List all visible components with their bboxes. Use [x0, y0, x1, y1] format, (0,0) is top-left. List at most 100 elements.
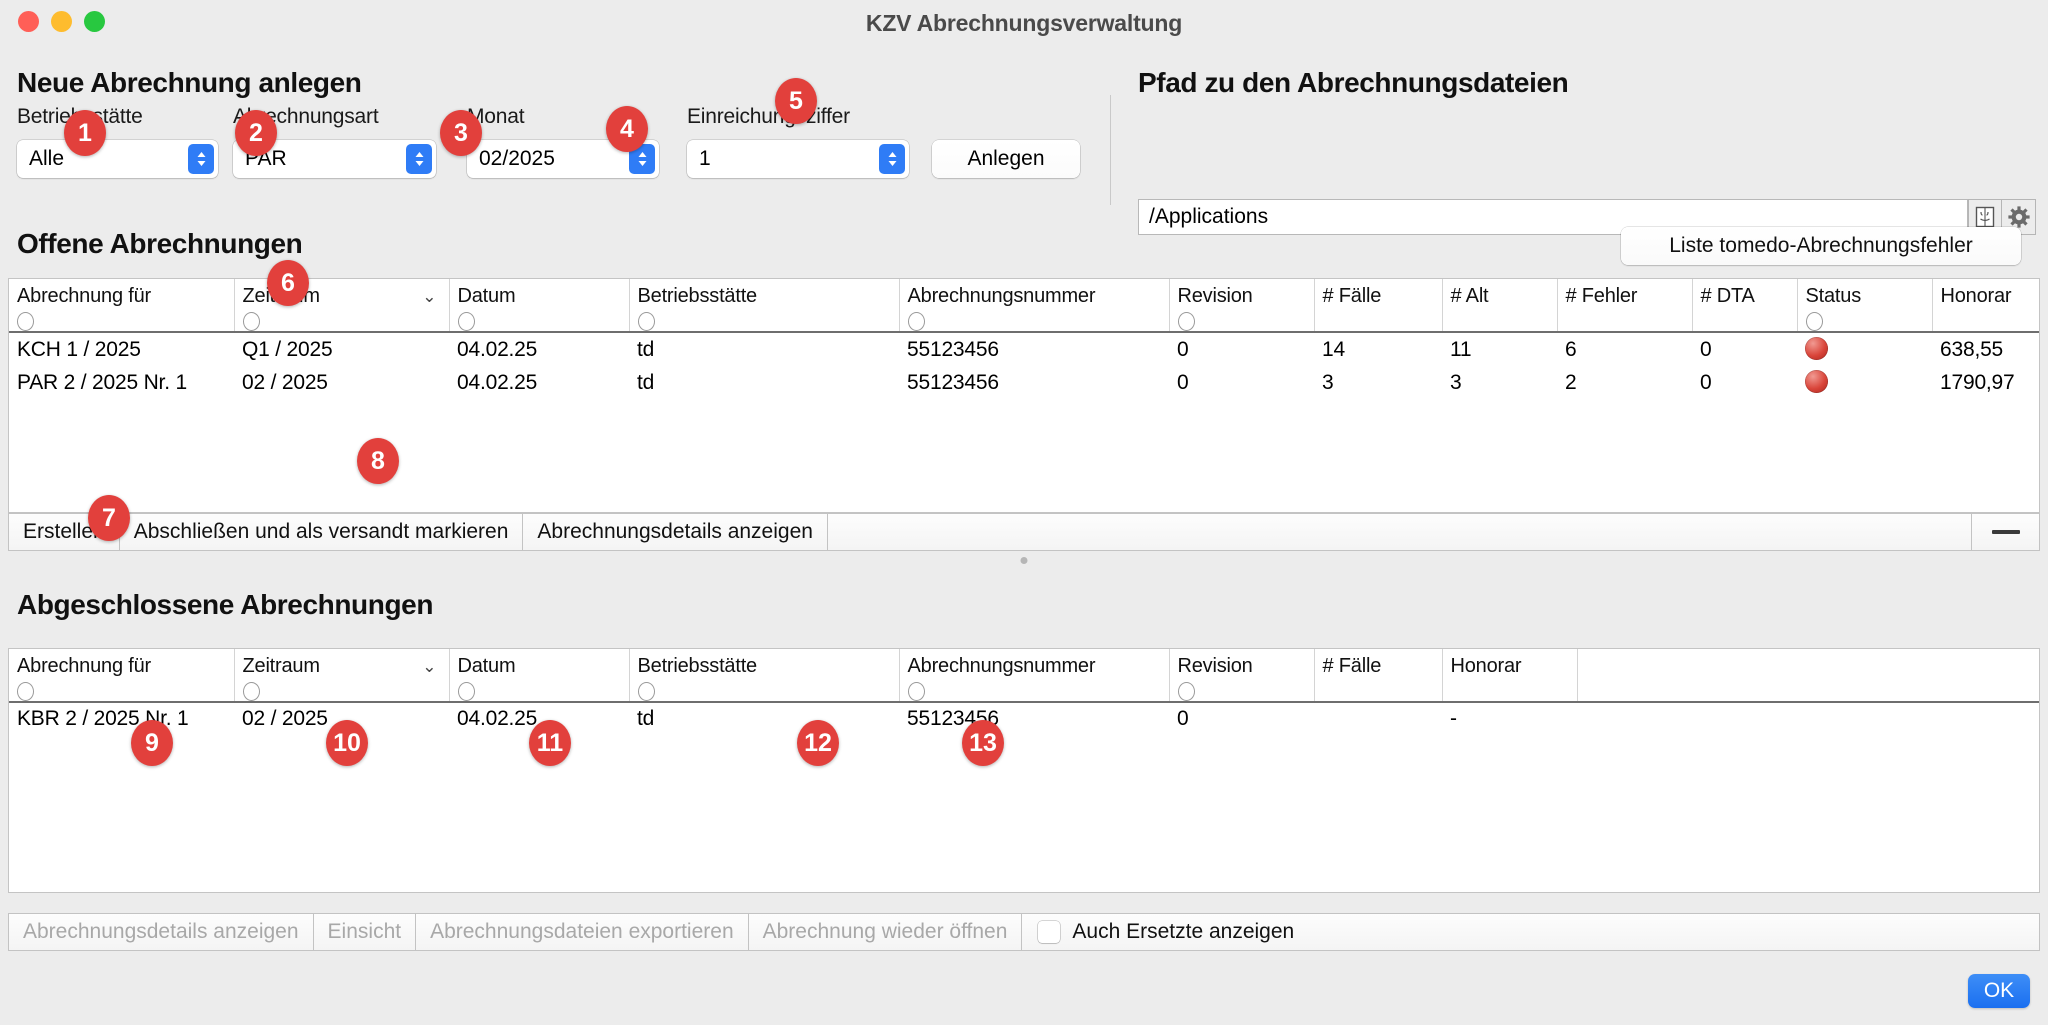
column-header-label: # Fälle — [1322, 285, 1382, 307]
export-button[interactable]: Abrechnungsdateien exportieren — [416, 913, 749, 951]
column-filter-icon[interactable] — [17, 682, 34, 701]
column-header-5[interactable]: Revision — [1169, 649, 1315, 701]
open-billings-toolbar: Erstellen Abschließen und als versandt m… — [8, 513, 2040, 551]
column-filter-icon[interactable] — [907, 682, 925, 701]
column-header-11[interactable]: Honorar — [1932, 279, 2039, 331]
column-header-1[interactable]: Zeitraum⌄ — [234, 649, 450, 701]
column-filter-icon[interactable] — [457, 682, 475, 701]
cell-status — [1797, 333, 1932, 366]
error-list-button[interactable]: Liste tomedo-Abrechnungsfehler — [1621, 227, 2021, 265]
annotation-badge-8: 8 — [357, 438, 399, 484]
open-billings-table[interactable]: Abrechnung für Zeitraum⌄ Datum Betriebsstät… — [8, 278, 2040, 513]
betriebsstaette-value: Alle — [29, 147, 65, 170]
table-row[interactable]: KBR 2 / 2025 Nr. 1 02 / 2025 04.02.25 td 551… — [9, 703, 2039, 735]
column-header-9[interactable]: # DTA — [1692, 279, 1798, 331]
section-divider — [1110, 95, 1111, 205]
annotation-badge-1: 1 — [64, 110, 106, 156]
annotation-badge-2: 2 — [235, 110, 277, 156]
column-filter-icon[interactable] — [17, 312, 34, 331]
column-header-10[interactable]: Status — [1797, 279, 1933, 331]
cell-betriebsstaette: td — [637, 370, 655, 394]
column-filter-icon[interactable] — [242, 682, 260, 701]
remove-button[interactable] — [1972, 513, 2040, 551]
column-filter-icon[interactable] — [907, 312, 925, 331]
column-header-7[interactable]: Honorar — [1442, 649, 1578, 701]
split-knob-icon — [1020, 557, 1028, 564]
column-filter-icon[interactable] — [1177, 682, 1195, 701]
column-header-7[interactable]: # Alt — [1442, 279, 1558, 331]
column-filter-icon[interactable] — [242, 312, 260, 331]
path-section-heading: Pfad zu den Abrechnungsdateien — [1138, 67, 1569, 98]
closed-details-button[interactable]: Abrechnungsdetails anzeigen — [8, 913, 314, 951]
annotation-badge-3: 3 — [440, 110, 482, 156]
column-header-5[interactable]: Revision — [1169, 279, 1315, 331]
closed-billings-toolbar: Abrechnungsdetails anzeigen Einsicht Abr… — [8, 913, 2040, 951]
column-header-0[interactable]: Abrechnung für — [9, 279, 235, 331]
cell-datum: 04.02.25 — [457, 337, 538, 361]
split-handle[interactable] — [0, 551, 2048, 567]
column-filter-icon[interactable] — [1805, 312, 1823, 331]
cell-fehler: 6 — [1565, 337, 1577, 361]
annotation-badge-4: 4 — [606, 106, 648, 152]
column-filter-icon[interactable] — [1177, 312, 1195, 331]
einsicht-button[interactable]: Einsicht — [313, 913, 417, 951]
annotation-badge-11: 11 — [529, 720, 571, 766]
column-header-8[interactable]: # Fehler — [1557, 279, 1693, 331]
cell-betriebsstaette: td — [637, 337, 655, 361]
closed-billings-table[interactable]: Abrechnung für Zeitraum ⌄ Datum Betriebsstät… — [8, 648, 2040, 893]
cell-abrechnungsnummer: 55123456 — [907, 370, 999, 394]
cell-fehler: 2 — [1565, 370, 1577, 394]
abschliessen-button[interactable]: Abschließen und als versandt markieren — [119, 513, 524, 551]
column-header-label: # DTA — [1700, 285, 1755, 307]
cell-honorar: 638,55 — [1940, 337, 2004, 361]
column-header-0[interactable]: Abrechnung für — [9, 649, 235, 701]
abrechnungsdetails-button[interactable]: Abrechnungsdetails anzeigen — [523, 513, 828, 551]
column-header-2[interactable]: Datum — [449, 649, 630, 701]
einreichungsziffer-select[interactable]: 1 — [687, 140, 909, 178]
column-header-label: Revision — [1177, 285, 1253, 307]
column-filter-icon[interactable] — [637, 312, 655, 331]
chevron-down-icon[interactable]: ⌄ — [422, 657, 436, 677]
cell-honorar: 1790,97 — [1940, 370, 2015, 394]
monat-value: 02/2025 — [479, 147, 555, 170]
column-filter-icon[interactable] — [637, 682, 655, 701]
column-header-1[interactable]: Zeitraum⌄ — [234, 279, 450, 331]
show-replaced-checkbox[interactable] — [1038, 921, 1061, 943]
column-header-6[interactable]: # Fälle — [1314, 279, 1443, 331]
column-header-label: Abrechnung für — [17, 285, 151, 307]
column-header-label: # Fälle — [1322, 655, 1382, 677]
ok-button[interactable]: OK — [1968, 974, 2030, 1008]
column-header-2[interactable]: Datum — [449, 279, 630, 331]
chevron-down-icon[interactable]: ⌄ — [422, 287, 436, 307]
column-header-3[interactable]: Betriebsstätte — [629, 649, 900, 701]
column-header-4[interactable]: Abrechnungsnummer — [899, 279, 1170, 331]
chevron-updown-icon[interactable] — [188, 144, 214, 174]
column-header-label: Betriebsstätte — [637, 285, 758, 307]
column-header-label: Datum — [457, 285, 516, 307]
column-header-4[interactable]: Abrechnungsnummer — [899, 649, 1170, 701]
title-bar: KZV Abrechnungsverwaltung — [0, 0, 2048, 47]
einreichungsziffer-label: Einreichungsziffer — [687, 105, 850, 128]
cell-abrechnung-fuer: KCH 1 / 2025 — [17, 337, 141, 361]
anlegen-button[interactable]: Anlegen — [932, 140, 1080, 178]
column-header-label: # Alt — [1450, 285, 1489, 307]
chevron-updown-icon[interactable] — [406, 144, 432, 174]
reopen-button[interactable]: Abrechnung wieder öffnen — [748, 913, 1023, 951]
table-row[interactable]: KCH 1 / 2025 Q1 / 2025 04.02.25 td 55123456 0… — [9, 333, 2039, 366]
column-header-label: Honorar — [1940, 285, 2012, 307]
cell-faelle: 14 — [1322, 337, 1345, 361]
column-header-3[interactable]: Betriebsstätte — [629, 279, 900, 331]
annotation-badge-13: 13 — [962, 720, 1004, 766]
column-filter-icon[interactable] — [457, 312, 475, 331]
table-row[interactable]: PAR 2 / 2025 Nr. 1 02 / 2025 04.02.25 td 551… — [9, 366, 2039, 399]
chevron-updown-icon[interactable] — [879, 144, 905, 174]
status-indicator-icon — [1805, 337, 1828, 360]
show-replaced-label: Auch Ersetzte anzeigen — [1072, 920, 1295, 943]
cell-revision: 0 — [1177, 337, 1189, 361]
column-header-6[interactable]: # Fälle — [1314, 649, 1443, 701]
cell-faelle — [1314, 703, 1442, 735]
cell-alt: 3 — [1450, 370, 1462, 394]
path-value: /Applications — [1149, 205, 1269, 228]
column-header-label: Abrechnung für — [17, 655, 151, 677]
betriebsstaette-select[interactable]: Alle — [17, 140, 218, 178]
